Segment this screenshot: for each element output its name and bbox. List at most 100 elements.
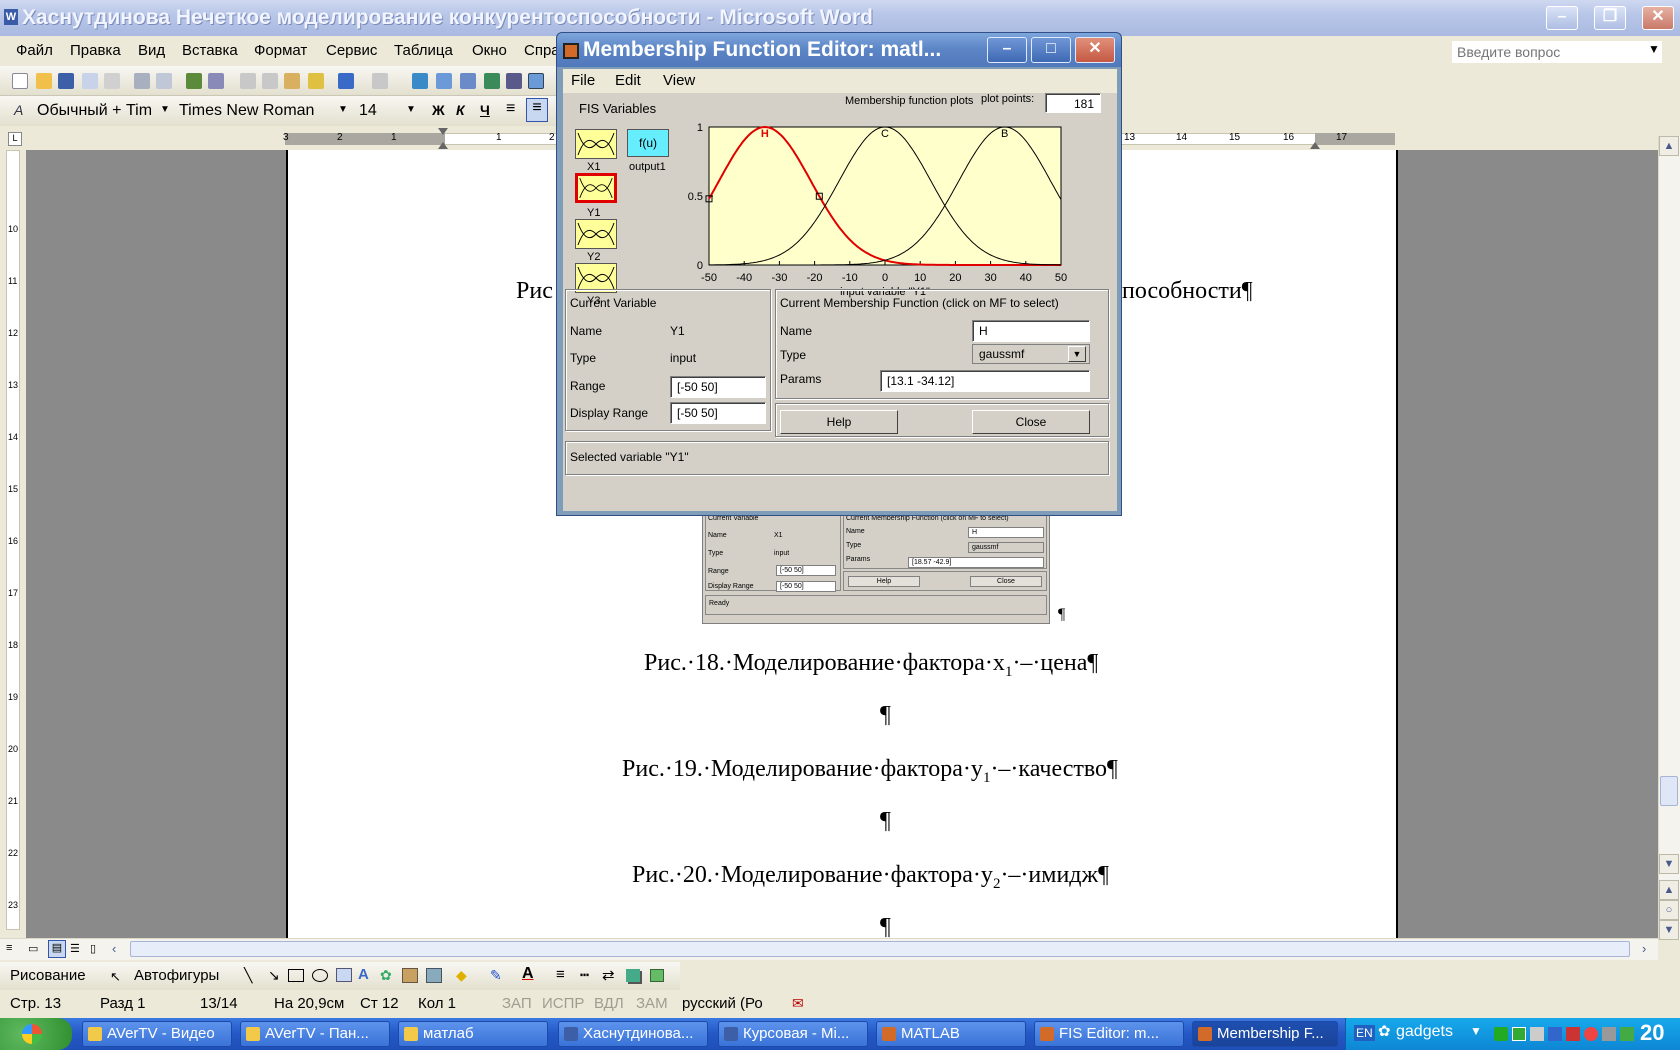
scroll-up-icon[interactable]: ▲ bbox=[1659, 136, 1679, 156]
style-combo[interactable]: Обычный + Tim bbox=[32, 100, 172, 122]
membership-function-editor-window[interactable]: Membership Function Editor: matl... – □ … bbox=[556, 32, 1122, 516]
word-title-bar[interactable]: W Хаснутдинова Нечеткое моделирование ко… bbox=[0, 0, 1680, 36]
paste-icon[interactable] bbox=[284, 73, 300, 89]
task-avertv-video[interactable]: AVerTV - Видео bbox=[82, 1021, 232, 1047]
undo-icon[interactable] bbox=[338, 73, 354, 89]
ask-dropdown-icon[interactable]: ▼ bbox=[1648, 42, 1660, 56]
clock[interactable]: 20 bbox=[1640, 1020, 1664, 1046]
bold-button[interactable]: Ж bbox=[432, 102, 445, 118]
gadgets-label[interactable]: gadgets bbox=[1396, 1023, 1453, 1041]
line-style-icon[interactable]: ≡ bbox=[556, 966, 565, 983]
embedded-figure[interactable]: Current Variable Name X1 Type input Rang… bbox=[702, 510, 1050, 624]
size-dropdown-icon[interactable]: ▼ bbox=[406, 104, 416, 115]
open-icon[interactable] bbox=[36, 73, 52, 89]
styles-icon[interactable]: A bbox=[14, 102, 23, 118]
font-color-icon[interactable]: A bbox=[522, 965, 534, 983]
email-icon[interactable] bbox=[104, 73, 120, 89]
menu-edit[interactable]: Правка bbox=[70, 42, 121, 59]
copy-icon[interactable] bbox=[262, 73, 278, 89]
menu-view[interactable]: Вид bbox=[138, 42, 165, 59]
task-avertv-panel[interactable]: AVerTV - Пан... bbox=[240, 1021, 390, 1047]
insert-table-icon[interactable] bbox=[460, 73, 476, 89]
line-icon[interactable]: ╲ bbox=[244, 967, 252, 984]
mfe-maximize-button[interactable]: □ bbox=[1031, 37, 1071, 63]
scroll-right-icon[interactable]: › bbox=[1642, 941, 1646, 956]
gadgets-dropdown-icon[interactable]: ▼ bbox=[1470, 1024, 1482, 1038]
task-fis-editor[interactable]: FIS Editor: m... bbox=[1034, 1021, 1184, 1047]
browse-object-icon[interactable]: ○ bbox=[1659, 900, 1679, 920]
tray-icon-7[interactable] bbox=[1602, 1027, 1616, 1041]
3d-style-icon[interactable] bbox=[650, 969, 664, 982]
menu-format[interactable]: Формат bbox=[254, 42, 307, 59]
help-button[interactable]: Help bbox=[780, 410, 898, 434]
cursor-icon[interactable]: ↖ bbox=[110, 969, 121, 985]
columns-icon[interactable] bbox=[506, 73, 522, 89]
tray-icon-4[interactable] bbox=[1548, 1027, 1562, 1041]
spelling-icon[interactable] bbox=[186, 73, 202, 89]
arrow-style-icon[interactable]: ⇄ bbox=[602, 966, 615, 984]
chevron-down-icon[interactable]: ▼ bbox=[1068, 346, 1086, 362]
web-view-icon[interactable]: ▭ bbox=[28, 942, 38, 955]
language-indicator[interactable]: EN bbox=[1354, 1025, 1375, 1041]
picture-icon[interactable] bbox=[426, 968, 442, 983]
hyperlink-icon[interactable] bbox=[412, 73, 428, 89]
menu-tools[interactable]: Сервис bbox=[326, 42, 377, 59]
insert-excel-icon[interactable] bbox=[484, 73, 500, 89]
hanging-indent-marker[interactable] bbox=[438, 142, 448, 149]
status-language[interactable]: русский (Ро bbox=[682, 995, 763, 1012]
tables-borders-icon[interactable] bbox=[436, 73, 452, 89]
next-page-icon[interactable]: ▼ bbox=[1659, 920, 1679, 940]
drawing-icon[interactable] bbox=[528, 73, 544, 89]
mfe-title-bar[interactable]: Membership Function Editor: matl... – □ … bbox=[557, 33, 1121, 67]
mfe-close-button[interactable]: ✕ bbox=[1075, 37, 1115, 63]
scroll-down-icon[interactable]: ▼ bbox=[1659, 854, 1679, 874]
spelling-status-icon[interactable]: ✉ bbox=[792, 995, 804, 1012]
align-left-icon[interactable]: ≡ bbox=[506, 100, 515, 118]
ask-question-input[interactable] bbox=[1452, 41, 1662, 63]
textbox-icon[interactable] bbox=[336, 968, 352, 982]
align-center-icon[interactable]: ≡ bbox=[526, 98, 548, 122]
new-document-icon[interactable] bbox=[12, 73, 28, 89]
menu-help[interactable]: Спра bbox=[524, 42, 560, 59]
mf-params-field[interactable]: [13.1 -34.12] bbox=[880, 370, 1090, 392]
tray-icon-8[interactable] bbox=[1620, 1027, 1634, 1041]
normal-view-icon[interactable]: ≡ bbox=[6, 942, 12, 954]
tray-icon-2[interactable] bbox=[1512, 1027, 1526, 1041]
fill-color-icon[interactable]: ◆ bbox=[456, 967, 467, 984]
drawing-menu[interactable]: Рисование bbox=[10, 967, 86, 984]
vertical-ruler[interactable]: 10 11 12 13 14 15 16 17 18 19 20 21 22 2… bbox=[0, 150, 26, 930]
style-dropdown-icon[interactable]: ▼ bbox=[160, 104, 170, 115]
underline-button[interactable]: Ч bbox=[480, 102, 490, 118]
arrow-icon[interactable]: ↘ bbox=[268, 967, 280, 984]
task-word-khasnutdinova[interactable]: Хаснутдинова... bbox=[558, 1021, 708, 1047]
status-overtype[interactable]: ЗАМ bbox=[636, 995, 668, 1012]
plot-points-field[interactable]: 181 bbox=[1045, 93, 1101, 113]
menu-file[interactable]: Файл bbox=[16, 42, 53, 59]
italic-button[interactable]: К bbox=[456, 102, 465, 118]
mfe-menu-view[interactable]: View bbox=[663, 72, 695, 89]
restore-button[interactable]: ❐ bbox=[1594, 6, 1626, 30]
outline-view-icon[interactable]: ☰ bbox=[70, 942, 80, 955]
rectangle-icon[interactable] bbox=[288, 969, 304, 982]
reading-view-icon[interactable]: ▯ bbox=[90, 942, 96, 955]
scroll-left-icon[interactable]: ‹ bbox=[112, 941, 116, 956]
tray-icon-6[interactable] bbox=[1584, 1027, 1598, 1041]
vertical-scrollbar[interactable]: ▲ ▼ ▲ ○ ▼ bbox=[1658, 136, 1680, 940]
close-dialog-button[interactable]: Close bbox=[972, 410, 1090, 434]
mfe-menu-edit[interactable]: Edit bbox=[615, 72, 641, 89]
clipart-icon[interactable] bbox=[402, 968, 418, 983]
horizontal-scrollbar[interactable]: ≡ ▭ ▤ ☰ ▯ ‹ › bbox=[0, 938, 1658, 960]
print-preview-icon[interactable] bbox=[156, 73, 172, 89]
gadgets-icon[interactable]: ✿ bbox=[1378, 1022, 1391, 1040]
autoshapes-menu[interactable]: Автофигуры bbox=[134, 967, 219, 984]
task-matlab-folder[interactable]: матлаб bbox=[398, 1021, 548, 1047]
print-icon[interactable] bbox=[134, 73, 150, 89]
menu-insert[interactable]: Вставка bbox=[182, 42, 238, 59]
scroll-thumb[interactable] bbox=[1660, 776, 1678, 806]
task-membership-function-editor[interactable]: Membership F... bbox=[1192, 1021, 1338, 1047]
cv-display-range-field[interactable]: [-50 50] bbox=[670, 402, 766, 424]
status-rec[interactable]: ЗАП bbox=[502, 995, 532, 1012]
tab-selector-icon[interactable]: L bbox=[8, 132, 22, 146]
task-matlab[interactable]: MATLAB bbox=[876, 1021, 1026, 1047]
dash-style-icon[interactable]: ┅ bbox=[580, 966, 589, 984]
